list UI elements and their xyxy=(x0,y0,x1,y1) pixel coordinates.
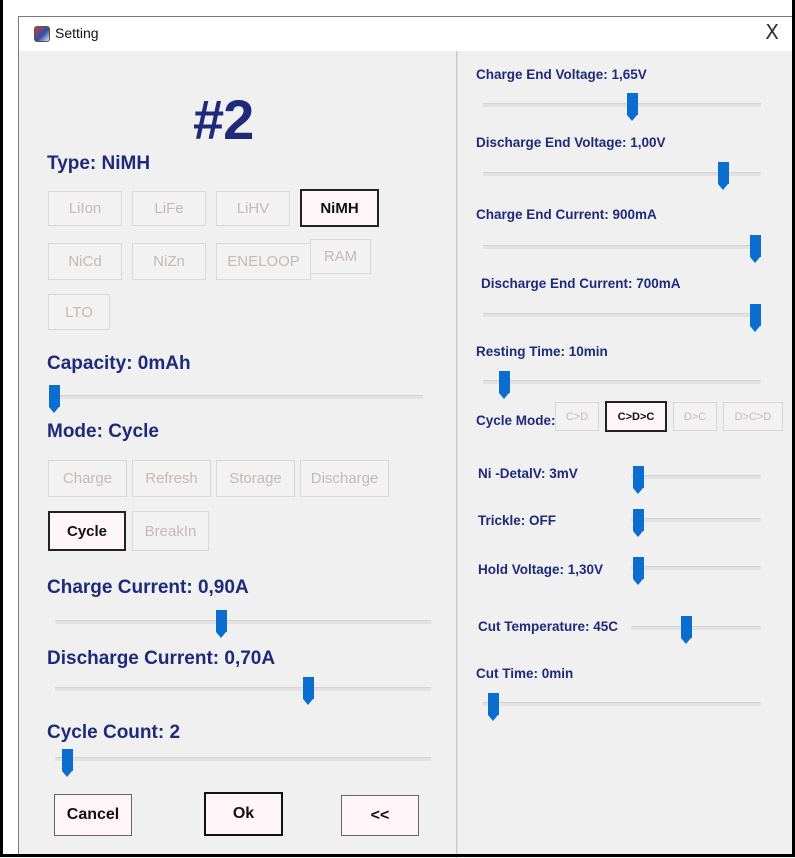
cycle-count-slider-track[interactable] xyxy=(55,757,431,761)
type-button-nizn[interactable]: NiZn xyxy=(132,243,206,280)
cut-time-slider-thumb[interactable] xyxy=(488,693,500,721)
cycle-mode-button-d-c-d[interactable]: D>C>D xyxy=(723,402,783,431)
type-button-nimh[interactable]: NiMH xyxy=(300,189,379,227)
window-title: Setting xyxy=(55,25,99,41)
resting-time-slider-track[interactable] xyxy=(483,380,761,384)
type-button-ram[interactable]: RAM xyxy=(310,239,371,274)
hold-voltage-slider-track[interactable] xyxy=(631,566,761,570)
cycle-mode-button-c-d-c[interactable]: C>D>C xyxy=(605,401,667,432)
slot-title: #2 xyxy=(193,88,254,151)
ni-delta-v-slider-track[interactable] xyxy=(631,475,761,479)
discharge-current-label: Discharge Current: 0,70A xyxy=(47,648,276,669)
cycle-mode-label: Cycle Mode: xyxy=(476,413,556,428)
cycle-count-slider-thumb[interactable] xyxy=(62,749,74,777)
charge-end-voltage-slider-track[interactable] xyxy=(483,103,761,107)
trickle-label: Trickle: OFF xyxy=(478,513,557,528)
resting-time-slider-thumb[interactable] xyxy=(499,371,511,399)
trickle-slider-thumb[interactable] xyxy=(633,509,645,537)
mode-button-cycle[interactable]: Cycle xyxy=(48,511,126,551)
back-button[interactable]: << xyxy=(341,795,419,836)
settings-window: Setting X #2 Type: NiMH LiIon LiFe LiHV … xyxy=(18,16,795,858)
type-button-eneloop[interactable]: ENELOOP xyxy=(216,243,311,280)
discharge-end-current-label: Discharge End Current: 700mA xyxy=(481,276,681,291)
capacity-slider-thumb[interactable] xyxy=(49,385,60,413)
charge-end-voltage-slider-thumb[interactable] xyxy=(627,93,639,121)
app-icon xyxy=(34,26,50,42)
type-button-lihv[interactable]: LiHV xyxy=(216,191,290,226)
discharge-current-slider-thumb[interactable] xyxy=(303,677,315,705)
charge-end-current-label: Charge End Current: 900mA xyxy=(476,207,657,222)
resting-time-label: Resting Time: 10min xyxy=(476,344,608,359)
type-button-liion[interactable]: LiIon xyxy=(48,191,122,226)
mode-button-breakin[interactable]: BreakIn xyxy=(132,511,209,551)
type-button-lto[interactable]: LTO xyxy=(48,294,110,330)
type-label: Type: NiMH xyxy=(47,153,151,174)
hold-voltage-slider-thumb[interactable] xyxy=(633,557,645,585)
top-strip xyxy=(0,0,795,4)
cut-time-slider-track[interactable] xyxy=(483,702,761,706)
cycle-mode-button-d-c[interactable]: D>C xyxy=(673,402,717,431)
cancel-button[interactable]: Cancel xyxy=(54,794,132,836)
mode-button-discharge[interactable]: Discharge xyxy=(300,460,389,497)
charge-end-current-slider-thumb[interactable] xyxy=(750,235,761,263)
charge-end-current-slider-track[interactable] xyxy=(483,245,761,249)
mode-button-charge[interactable]: Charge xyxy=(48,460,127,497)
type-button-nicd[interactable]: NiCd xyxy=(48,243,122,280)
cut-time-label: Cut Time: 0min xyxy=(476,666,574,681)
discharge-end-voltage-label: Discharge End Voltage: 1,00V xyxy=(476,135,666,150)
mode-button-storage[interactable]: Storage xyxy=(216,460,295,497)
capacity-slider-track[interactable] xyxy=(49,395,423,399)
ok-button[interactable]: Ok xyxy=(204,792,283,836)
discharge-current-slider-track[interactable] xyxy=(55,687,431,691)
ni-delta-v-label: Ni -DetalV: 3mV xyxy=(478,466,578,481)
title-bar: Setting X xyxy=(19,17,795,51)
ni-delta-v-slider-thumb[interactable] xyxy=(633,466,645,494)
cycle-mode-button-c-d[interactable]: C>D xyxy=(555,402,599,431)
charge-current-label: Charge Current: 0,90A xyxy=(47,577,249,598)
discharge-end-voltage-slider-thumb[interactable] xyxy=(717,162,729,190)
type-button-life[interactable]: LiFe xyxy=(132,191,206,226)
discharge-end-current-slider-track[interactable] xyxy=(483,313,761,317)
charge-current-slider-thumb[interactable] xyxy=(215,610,227,638)
cut-temperature-slider-thumb[interactable] xyxy=(680,616,692,644)
frame-left-border xyxy=(0,0,3,857)
panel-divider xyxy=(456,51,458,858)
close-icon[interactable]: X xyxy=(765,20,779,44)
cut-temperature-label: Cut Temperature: 45C xyxy=(478,619,619,634)
capacity-label: Capacity: 0mAh xyxy=(47,353,191,374)
cycle-count-label: Cycle Count: 2 xyxy=(47,722,181,743)
hold-voltage-label: Hold Voltage: 1,30V xyxy=(478,562,604,577)
trickle-slider-track[interactable] xyxy=(631,518,761,522)
charge-current-slider-track[interactable] xyxy=(55,620,431,624)
charge-end-voltage-label: Charge End Voltage: 1,65V xyxy=(476,67,647,82)
mode-button-refresh[interactable]: Refresh xyxy=(132,460,211,497)
discharge-end-current-slider-thumb[interactable] xyxy=(750,304,761,332)
cut-temperature-slider-track[interactable] xyxy=(631,626,761,630)
mode-label: Mode: Cycle xyxy=(47,421,159,442)
